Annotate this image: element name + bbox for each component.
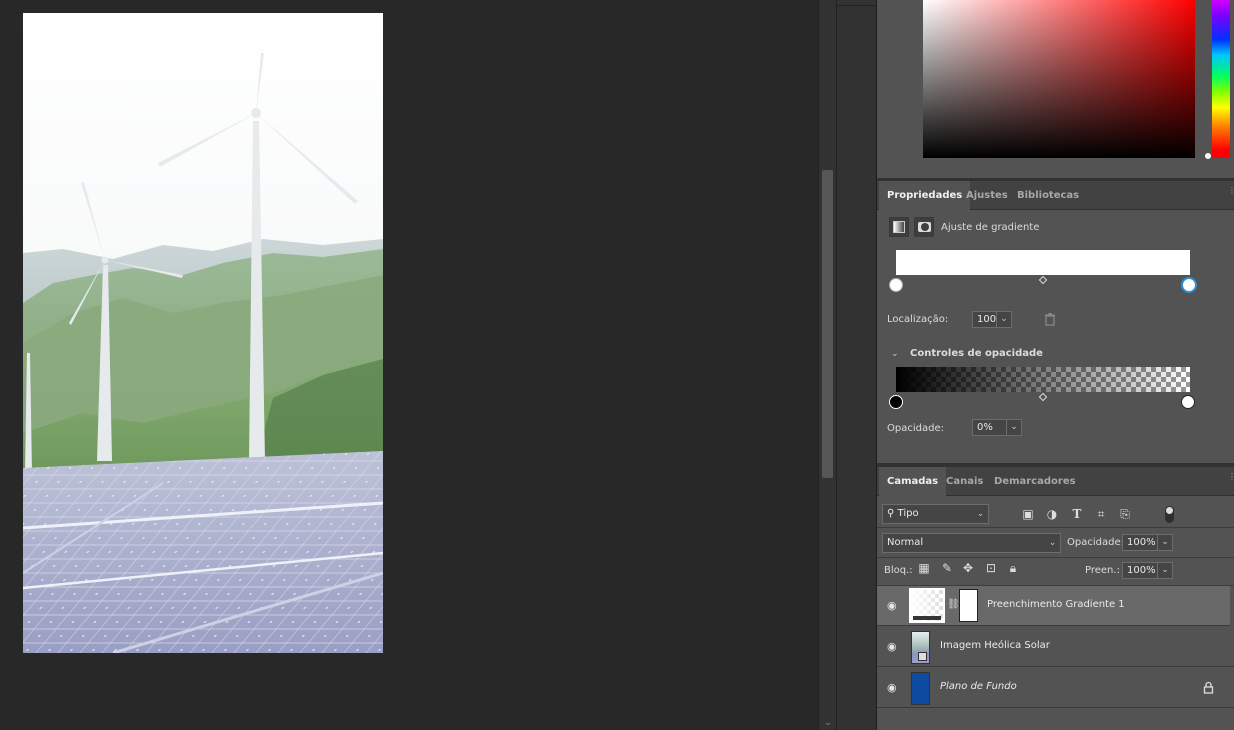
gradient-fill-thumbnail[interactable]: [909, 588, 945, 623]
canvas-area[interactable]: [0, 0, 818, 730]
smart-object-filter-icon[interactable]: ⎘: [1118, 507, 1132, 521]
color-stop-right-selected[interactable]: [1181, 277, 1197, 293]
blend-mode-value: Normal: [887, 537, 924, 548]
type-layer-filter-icon[interactable]: T: [1070, 507, 1084, 521]
lock-transparent-pixels-icon[interactable]: ▦: [917, 561, 931, 575]
location-label: Localização:: [887, 314, 949, 325]
pixel-layer-filter-icon[interactable]: ▣: [1021, 507, 1035, 521]
hue-slider[interactable]: [1212, 0, 1230, 158]
search-icon: ⚲: [887, 508, 895, 519]
lock-artboard-icon[interactable]: ⊡: [984, 561, 998, 575]
layer-mask-thumbnail[interactable]: [959, 589, 978, 622]
tab-bibliotecas[interactable]: Bibliotecas: [1009, 181, 1087, 210]
opacity-section-title[interactable]: Controles de opacidade: [910, 348, 1043, 359]
opacity-stop-right[interactable]: [1181, 395, 1195, 409]
eye-icon[interactable]: ◉: [887, 600, 899, 611]
image-layer-thumbnail[interactable]: [911, 631, 930, 664]
background-layer-thumbnail[interactable]: [911, 672, 930, 705]
lock-image-pixels-icon[interactable]: ✎: [940, 561, 954, 575]
opacity-gradient-bar[interactable]: [896, 367, 1190, 392]
layer-name[interactable]: Plano de Fundo: [940, 681, 1017, 692]
tab-ajustes[interactable]: Ajustes: [958, 181, 1016, 210]
eye-icon[interactable]: ◉: [887, 682, 899, 693]
opacity-midpoint-diamond[interactable]: [1038, 392, 1048, 402]
wind-solar-photo: [23, 13, 383, 653]
properties-tabbar: Propriedades Ajustes Bibliotecas ⋮: [877, 181, 1234, 210]
color-midpoint-diamond[interactable]: [1038, 275, 1048, 285]
layer-opacity-field[interactable]: 100% ⌄: [1122, 534, 1173, 551]
shape-layer-filter-icon[interactable]: ⌗: [1094, 507, 1108, 521]
smart-object-badge-icon: [918, 652, 927, 661]
layer-opacity-label: Opacidade:: [1067, 537, 1124, 548]
opacity-value: 0%: [977, 422, 993, 433]
opacity-label: Opacidade:: [887, 423, 944, 434]
chevron-down-icon[interactable]: ⌄: [1045, 534, 1060, 552]
tab-propriedades[interactable]: Propriedades: [879, 181, 971, 210]
chevron-down-icon[interactable]: ⌄: [1006, 420, 1021, 435]
adjustment-layer-filter-icon[interactable]: ◑: [1045, 507, 1059, 521]
color-panel: [877, 0, 1234, 178]
color-picker-field[interactable]: [923, 0, 1195, 158]
chain-link-icon[interactable]: ⛓︎: [947, 599, 960, 610]
panel-menu-icon[interactable]: ⋮: [1228, 187, 1234, 201]
chevron-down-icon[interactable]: ⌄: [996, 312, 1011, 327]
hue-slider-marker[interactable]: [1205, 153, 1211, 159]
scrollbar-thumb[interactable]: [822, 170, 833, 478]
tab-canais[interactable]: Canais: [938, 467, 991, 496]
vertical-scrollbar[interactable]: ⌄: [818, 0, 836, 730]
layer-filter-kind[interactable]: ⚲ Tipo ⌄: [882, 504, 989, 524]
properties-body: Ajuste de gradiente Localização: 100 ⌄ ⌄…: [877, 210, 1234, 466]
scroll-down-icon[interactable]: ⌄: [823, 718, 833, 728]
location-value: 100: [977, 314, 997, 325]
filter-toggle[interactable]: [1165, 506, 1174, 523]
layer-name[interactable]: Preenchimento Gradiente 1: [987, 599, 1125, 610]
layer-row-image[interactable]: ◉ Imagem Heólica Solar: [877, 627, 1234, 667]
chevron-down-icon[interactable]: ⌄: [1157, 535, 1172, 550]
fill-label: Preen.:: [1085, 565, 1120, 576]
gradient-fill-icon[interactable]: [889, 217, 909, 237]
eye-icon[interactable]: ◉: [887, 641, 899, 652]
layer-mask-icon[interactable]: [914, 217, 934, 237]
color-stop-left[interactable]: [889, 278, 903, 292]
lock-label: Bloq.:: [884, 565, 913, 576]
tab-camadas[interactable]: Camadas: [879, 467, 947, 496]
tab-demarcadores[interactable]: Demarcadores: [986, 467, 1084, 496]
document-image[interactable]: [23, 13, 383, 653]
trash-icon[interactable]: [1044, 313, 1056, 326]
chevron-down-icon[interactable]: ⌄: [973, 505, 988, 523]
lock-position-icon[interactable]: ✥: [961, 561, 975, 575]
opacity-stop-left[interactable]: [889, 395, 903, 409]
fill-field[interactable]: 100% ⌄: [1122, 562, 1173, 579]
lock-all-icon[interactable]: 🔒︎: [1006, 561, 1020, 575]
lock-icon: [1203, 681, 1214, 694]
chevron-down-icon[interactable]: ⌄: [1157, 563, 1172, 578]
layer-opacity-value: 100%: [1127, 537, 1156, 548]
layers-tabbar: Camadas Canais Demarcadores ⋮: [877, 467, 1234, 496]
color-gradient-bar[interactable]: [896, 250, 1190, 275]
panel-menu-icon[interactable]: ⋮: [1228, 473, 1234, 487]
filter-kind-label: Tipo: [897, 508, 919, 519]
blend-mode-select[interactable]: Normal ⌄: [882, 533, 1061, 553]
adjustment-title: Ajuste de gradiente: [941, 222, 1040, 233]
layers-body: ⚲ Tipo ⌄ ▣ ◑ T ⌗ ⎘ Normal ⌄ Opacidade: 1…: [877, 496, 1234, 730]
layer-row-gradient-fill[interactable]: ◉ ⛓︎ Preenchimento Gradiente 1: [877, 586, 1230, 626]
location-field[interactable]: 100 ⌄: [972, 311, 1012, 328]
layer-name[interactable]: Imagem Heólica Solar: [940, 640, 1050, 651]
opacity-field[interactable]: 0% ⌄: [972, 419, 1022, 436]
collapsed-panel-strip: [836, 0, 878, 730]
fill-value: 100%: [1127, 565, 1156, 576]
layer-row-background[interactable]: ◉ Plano de Fundo: [877, 668, 1234, 708]
right-panels: Propriedades Ajustes Bibliotecas ⋮ Ajust…: [877, 0, 1234, 730]
collapse-chevron-icon[interactable]: ⌄: [891, 349, 899, 359]
